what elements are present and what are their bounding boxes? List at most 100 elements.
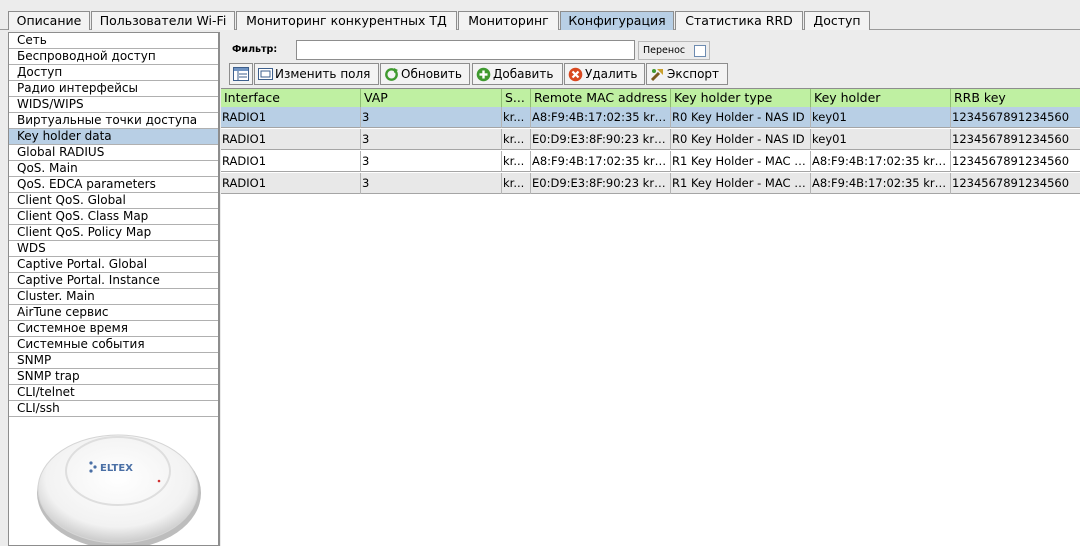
refresh-icon xyxy=(385,68,398,81)
refresh-button[interactable]: Обновить xyxy=(380,63,470,85)
cell-vap: 3 xyxy=(361,107,502,128)
wrap-toggle[interactable]: Перенос xyxy=(638,41,710,60)
table-icon xyxy=(233,67,249,81)
tab-rrd-statistics[interactable]: Статистика RRD xyxy=(675,11,803,30)
change-fields-label: Изменить поля xyxy=(275,67,371,81)
add-icon xyxy=(476,67,491,82)
sidebar-item-captive-portal-instance[interactable]: Captive Portal. Instance xyxy=(9,273,218,289)
tab-description[interactable]: Описание xyxy=(8,11,90,30)
wrap-checkbox[interactable] xyxy=(694,45,706,57)
add-button[interactable]: Добавить xyxy=(472,63,563,85)
wrap-label: Перенос xyxy=(643,45,686,56)
cell-key-holder: A8:F9:4B:17:02:35 kra... xyxy=(811,151,951,172)
change-fields-button[interactable]: Изменить поля xyxy=(254,63,379,85)
cell-remote-mac: E0:D9:E3:8F:90:23 kra... xyxy=(531,129,671,150)
sidebar-item-wids-wips[interactable]: WIDS/WIPS xyxy=(9,97,218,113)
sidebar-item-global-radius[interactable]: Global RADIUS xyxy=(9,145,218,161)
refresh-label: Обновить xyxy=(401,67,462,81)
sidebar-item-captive-portal-global[interactable]: Captive Portal. Global xyxy=(9,257,218,273)
sidebar-item-network[interactable]: Сеть xyxy=(9,33,218,49)
sidebar-item-wireless-access[interactable]: Беспроводной доступ xyxy=(9,49,218,65)
column-header-rrb-key[interactable]: RRB key xyxy=(951,89,1080,107)
tab-wifi-users[interactable]: Пользователи Wi-Fi xyxy=(91,11,235,30)
column-header-ssid[interactable]: S... xyxy=(502,89,531,107)
cell-ssid: kr... xyxy=(502,129,531,150)
sidebar-item-key-holder-data[interactable]: Key holder data xyxy=(9,129,218,145)
table-row[interactable]: RADIO1 3 kr... E0:D9:E3:8F:90:23 kra... … xyxy=(221,173,1080,194)
export-label: Экспорт xyxy=(667,67,720,81)
cell-ssid: kr... xyxy=(502,107,531,128)
cell-vap: 3 xyxy=(361,151,502,172)
sidebar-item-cli-ssh[interactable]: CLI/ssh xyxy=(9,401,218,417)
column-header-vap[interactable]: VAP xyxy=(361,89,502,107)
cell-vap: 3 xyxy=(361,173,502,194)
sidebar-item-snmp-trap[interactable]: SNMP trap xyxy=(9,369,218,385)
cell-key-holder: key01 xyxy=(811,129,951,150)
column-header-key-holder-type[interactable]: Key holder type xyxy=(671,89,811,107)
sidebar: Сеть Беспроводной доступ Доступ Радио ин… xyxy=(8,32,219,546)
sidebar-item-airtune[interactable]: AirTune сервис xyxy=(9,305,218,321)
sidebar-item-client-qos-policy-map[interactable]: Client QoS. Policy Map xyxy=(9,225,218,241)
tab-competitor-ap-monitoring[interactable]: Мониторинг конкурентных ТД xyxy=(236,11,457,30)
column-header-remote-mac[interactable]: Remote MAC address xyxy=(531,89,671,107)
add-label: Добавить xyxy=(493,67,554,81)
sidebar-item-cli-telnet[interactable]: CLI/telnet xyxy=(9,385,218,401)
cell-ssid: kr... xyxy=(502,151,531,172)
delete-button[interactable]: Удалить xyxy=(564,63,645,85)
sidebar-item-qos-edca[interactable]: QoS. EDCA parameters xyxy=(9,177,218,193)
svg-text:ELTEX: ELTEX xyxy=(100,463,133,474)
filter-input[interactable] xyxy=(296,40,635,60)
columns-view-button[interactable] xyxy=(229,63,253,85)
export-icon xyxy=(650,69,663,82)
column-header-key-holder[interactable]: Key holder xyxy=(811,89,951,107)
cell-remote-mac: A8:F9:4B:17:02:35 kra... xyxy=(531,107,671,128)
cell-rrb-key: 1234567891234560 xyxy=(952,132,1070,146)
table-row[interactable]: RADIO1 3 kr... E0:D9:E3:8F:90:23 kra... … xyxy=(221,129,1080,150)
export-button[interactable]: Экспорт xyxy=(646,63,728,85)
sidebar-item-wds[interactable]: WDS xyxy=(9,241,218,257)
column-header-interface[interactable]: Interface xyxy=(221,89,361,107)
table-row[interactable]: RADIO1 3 kr... A8:F9:4B:17:02:35 kra... … xyxy=(221,107,1080,128)
sidebar-item-access[interactable]: Доступ xyxy=(9,65,218,81)
cell-interface: RADIO1 xyxy=(221,151,361,172)
cell-remote-mac: E0:D9:E3:8F:90:23 kra... xyxy=(531,173,671,194)
sidebar-item-client-qos-class-map[interactable]: Client QoS. Class Map xyxy=(9,209,218,225)
cell-key-holder: key01 xyxy=(811,107,951,128)
edit-fields-icon xyxy=(258,68,273,80)
table-header: Interface VAP S... Remote MAC address Ke… xyxy=(221,89,1080,107)
sidebar-item-system-events[interactable]: Системные события xyxy=(9,337,218,353)
cell-remote-mac: A8:F9:4B:17:02:35 kra... xyxy=(531,151,671,172)
cell-interface: RADIO1 xyxy=(221,173,361,194)
tab-configuration[interactable]: Конфигурация xyxy=(560,11,674,30)
cell-key-holder-type: R0 Key Holder - NAS ID xyxy=(671,107,811,128)
cell-key-holder-type: R1 Key Holder - MAC A... xyxy=(671,151,811,172)
sidebar-item-snmp[interactable]: SNMP xyxy=(9,353,218,369)
sidebar-item-virtual-access-points[interactable]: Виртуальные точки доступа xyxy=(9,113,218,129)
sidebar-item-system-time[interactable]: Системное время xyxy=(9,321,218,337)
cell-key-holder-type: R1 Key Holder - MAC A... xyxy=(671,173,811,194)
tab-access[interactable]: Доступ xyxy=(804,11,870,30)
tab-monitoring[interactable]: Мониторинг xyxy=(458,11,559,30)
cell-key-holder-type: R0 Key Holder - NAS ID xyxy=(671,129,811,150)
delete-label: Удалить xyxy=(585,67,638,81)
top-tab-bar: Описание Пользователи Wi-Fi Мониторинг к… xyxy=(0,0,1080,30)
main-panel: Фильтр: Перенос Изменить поля Обновить Д… xyxy=(219,32,1080,546)
delete-icon xyxy=(568,67,583,82)
device-led-indicator xyxy=(157,479,161,483)
cell-vap: 3 xyxy=(361,129,502,150)
cell-interface: RADIO1 xyxy=(221,107,361,128)
sidebar-item-qos-main[interactable]: QoS. Main xyxy=(9,161,218,177)
sidebar-item-cluster-main[interactable]: Cluster. Main xyxy=(9,289,218,305)
filter-label: Фильтр: xyxy=(232,44,278,55)
key-holder-table: Interface VAP S... Remote MAC address Ke… xyxy=(221,88,1080,546)
cell-key-holder: A8:F9:4B:17:02:35 kra... xyxy=(811,173,951,194)
cell-rrb-key: 1234567891234560 xyxy=(952,154,1070,168)
cell-interface: RADIO1 xyxy=(221,129,361,150)
sidebar-item-radio-interfaces[interactable]: Радио интерфейсы xyxy=(9,81,218,97)
cell-rrb-key: 1234567891234560 xyxy=(952,110,1070,124)
table-row[interactable]: RADIO1 3 kr... A8:F9:4B:17:02:35 kra... … xyxy=(221,151,1080,172)
device-image: ELTEX xyxy=(9,421,218,545)
cell-ssid: kr... xyxy=(502,173,531,194)
sidebar-item-client-qos-global[interactable]: Client QoS. Global xyxy=(9,193,218,209)
cell-rrb-key: 1234567891234560 xyxy=(952,176,1070,190)
